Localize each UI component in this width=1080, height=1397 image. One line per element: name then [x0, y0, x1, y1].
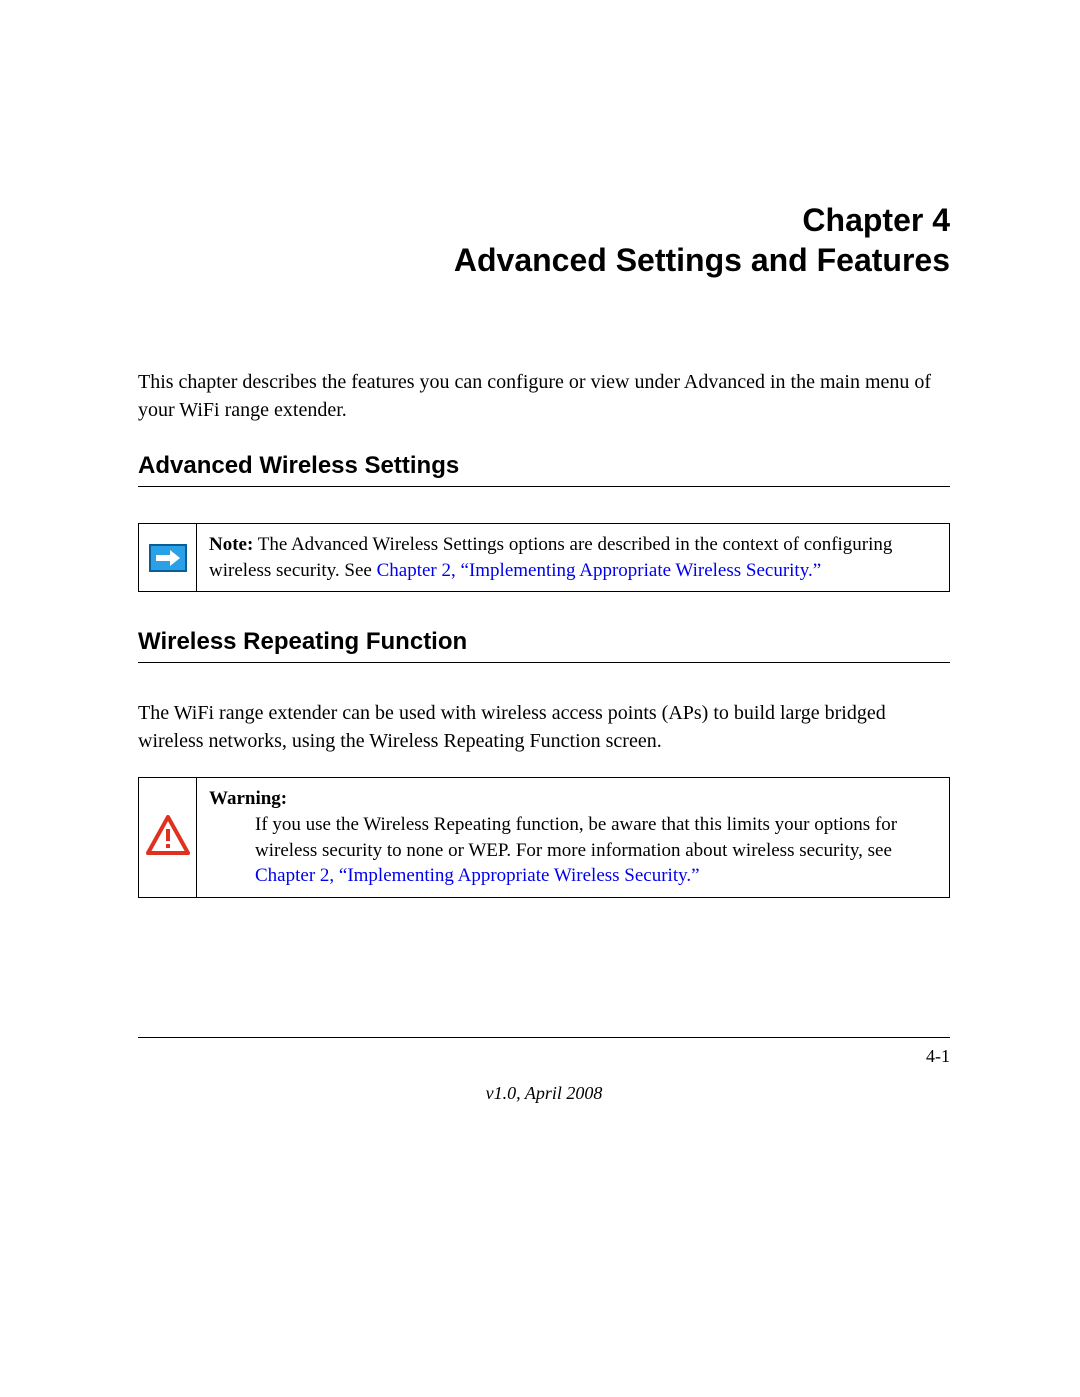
warning-body: Warning: If you use the Wireless Repeati…: [197, 778, 949, 897]
note-link[interactable]: Chapter 2, “Implementing Appropriate Wir…: [377, 560, 822, 581]
warning-text: If you use the Wireless Repeating functi…: [255, 814, 897, 861]
note-icon-cell: [139, 524, 197, 591]
page-footer: 4-1 v1.0, April 2008: [138, 1037, 950, 1104]
page-number: 4-1: [138, 1046, 950, 1067]
wireless-repeating-body: The WiFi range extender can be used with…: [138, 699, 950, 755]
chapter-intro: This chapter describes the features you …: [138, 368, 950, 424]
chapter-number: Chapter 4: [802, 202, 950, 238]
warning-callout: Warning: If you use the Wireless Repeati…: [138, 777, 950, 898]
footer-rule: [138, 1037, 950, 1038]
footer-version: v1.0, April 2008: [138, 1083, 950, 1104]
note-callout: Note: The Advanced Wireless Settings opt…: [138, 523, 950, 592]
chapter-title: Advanced Settings and Features: [454, 242, 950, 278]
section-advanced-wireless-heading: Advanced Wireless Settings: [138, 452, 950, 487]
warning-label: Warning:: [209, 788, 287, 809]
note-label: Note:: [209, 534, 253, 555]
chapter-heading: Chapter 4 Advanced Settings and Features: [138, 200, 950, 280]
section-wireless-repeating-heading: Wireless Repeating Function: [138, 628, 950, 663]
warning-triangle-icon: [146, 815, 190, 860]
note-body: Note: The Advanced Wireless Settings opt…: [197, 524, 949, 591]
warning-icon-cell: [139, 778, 197, 897]
arrow-right-icon: [149, 544, 187, 572]
warning-link[interactable]: Chapter 2, “Implementing Appropriate Wir…: [255, 865, 700, 886]
